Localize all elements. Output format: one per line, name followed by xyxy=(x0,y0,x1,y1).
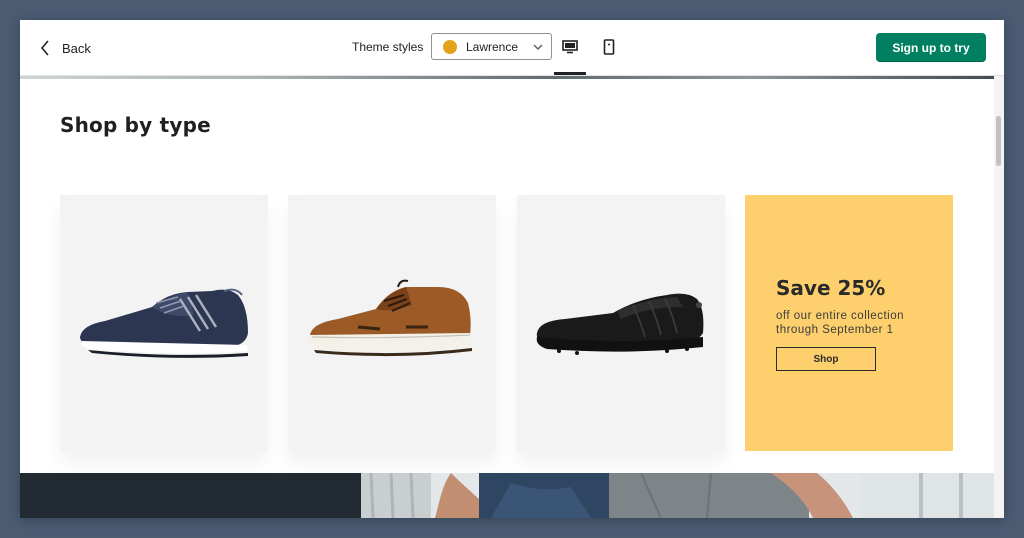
mobile-icon xyxy=(603,39,615,55)
promo-card: Save 25% off our entire collection throu… xyxy=(745,195,953,451)
mobile-view-button[interactable] xyxy=(593,34,625,60)
back-label: Back xyxy=(62,40,91,56)
chevron-left-icon xyxy=(40,40,49,56)
next-section-dark-panel xyxy=(20,473,361,518)
section-title: Shop by type xyxy=(60,113,211,137)
theme-style-select[interactable]: Lawrence xyxy=(431,33,552,60)
product-card-navy-sneaker[interactable] xyxy=(60,195,268,451)
store-preview-page: Shop by type Save 25% off our entire col… xyxy=(20,79,994,518)
promo-title: Save 25% xyxy=(776,276,886,300)
sign-up-button[interactable]: Sign up to try xyxy=(876,33,986,62)
next-section-hero-image xyxy=(361,473,994,518)
theme-styles-label: Theme styles xyxy=(352,40,424,54)
theme-preview-window: Back Theme styles Lawrence Sign up to tr… xyxy=(20,20,1004,518)
top-bar: Back Theme styles Lawrence Sign up to tr… xyxy=(20,20,1004,76)
desktop-icon xyxy=(562,40,578,54)
theme-style-value: Lawrence xyxy=(466,39,519,54)
desktop-view-button[interactable] xyxy=(554,34,586,60)
scrollbar-thumb[interactable] xyxy=(996,116,1001,166)
active-view-indicator xyxy=(554,72,586,75)
theme-color-swatch xyxy=(443,39,457,54)
chevron-down-icon xyxy=(533,44,543,50)
black-slip-on-image xyxy=(536,293,704,355)
back-button[interactable]: Back xyxy=(40,36,91,60)
product-card-brown-sneaker[interactable] xyxy=(288,195,496,451)
navy-sneaker-image xyxy=(80,288,248,358)
promo-shop-button[interactable]: Shop xyxy=(776,347,876,371)
product-card-black-slip-on[interactable] xyxy=(517,195,725,451)
promo-text: off our entire collection through Septem… xyxy=(776,310,904,336)
brown-sneaker-image xyxy=(307,279,472,357)
